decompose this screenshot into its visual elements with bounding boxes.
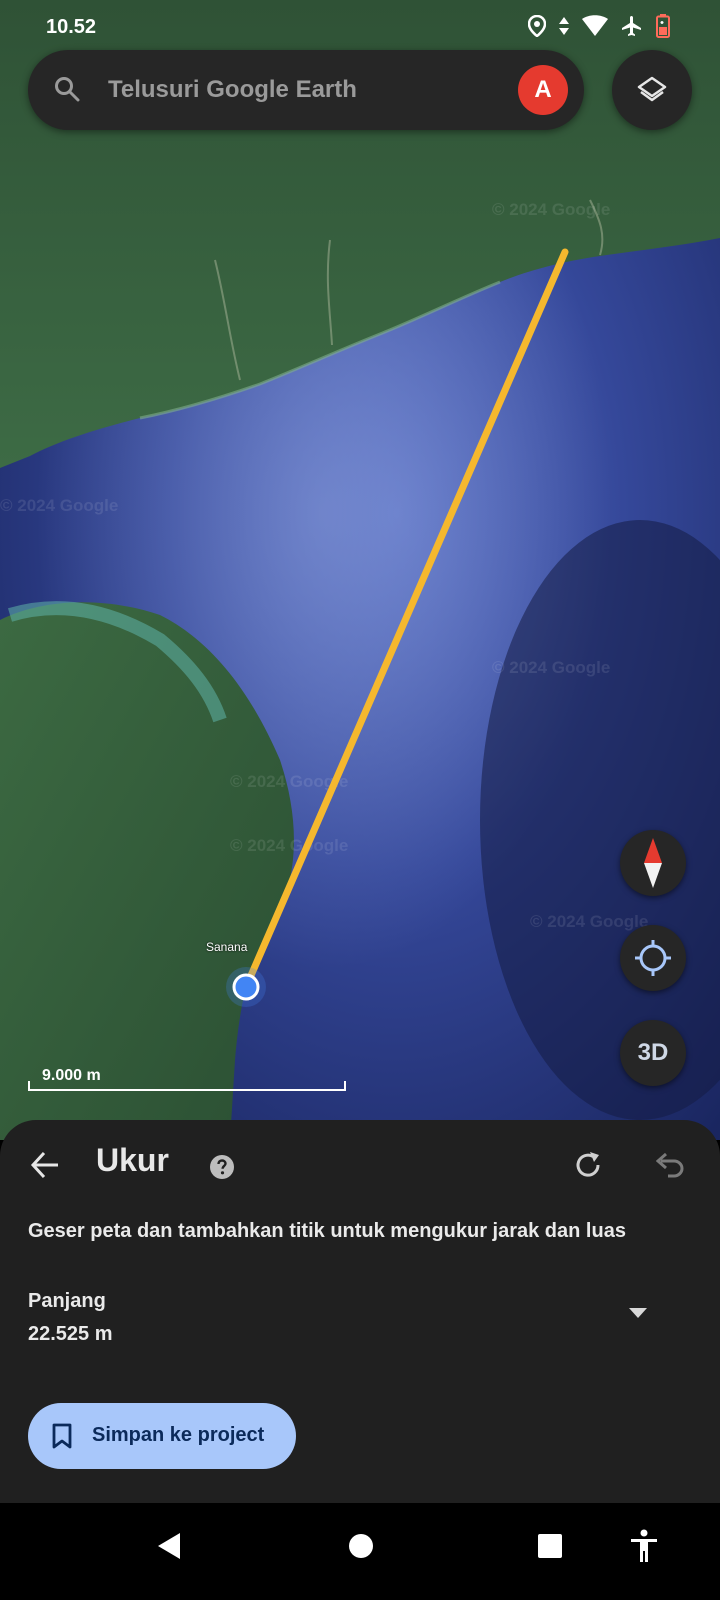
- length-label: Panjang: [28, 1290, 106, 1312]
- layers-icon: [637, 76, 667, 102]
- length-value: 22.525 m: [28, 1323, 113, 1345]
- redo-icon[interactable]: [574, 1150, 604, 1180]
- compass-button[interactable]: [620, 830, 686, 896]
- airplane-icon: [622, 16, 641, 36]
- measure-panel: Ukur Geser peta dan tambahkan titik untu…: [0, 1120, 720, 1503]
- three-d-button[interactable]: 3D: [620, 1020, 686, 1086]
- instruction-text: Geser peta dan tambahkan titik untuk men…: [28, 1220, 626, 1242]
- system-nav-bar: [0, 1503, 720, 1600]
- recents-icon[interactable]: [537, 1533, 563, 1559]
- accessibility-icon[interactable]: [630, 1529, 658, 1563]
- status-time: 10.52: [46, 16, 97, 38]
- search-bar[interactable]: Telusuri Google Earth A: [28, 50, 584, 130]
- layers-button[interactable]: [612, 50, 692, 130]
- wifi-icon: [582, 15, 608, 36]
- my-location-button[interactable]: [620, 925, 686, 991]
- scale-line: [28, 1081, 346, 1091]
- back-icon[interactable]: [156, 1531, 182, 1561]
- measure-line: [242, 248, 569, 991]
- undo-icon[interactable]: [656, 1152, 684, 1178]
- search-icon: [55, 77, 80, 102]
- unit-dropdown-icon[interactable]: [628, 1307, 648, 1319]
- account-avatar[interactable]: A: [518, 65, 568, 115]
- home-icon[interactable]: [348, 1533, 374, 1559]
- three-d-label: 3D: [637, 1039, 669, 1066]
- save-button-label: Simpan ke project: [92, 1424, 265, 1446]
- panel-title: Ukur: [96, 1142, 169, 1178]
- bookmark-icon: [52, 1423, 72, 1449]
- help-icon[interactable]: [210, 1155, 234, 1179]
- save-to-project-button[interactable]: Simpan ke project: [28, 1403, 296, 1469]
- map-view[interactable]: © 2024 Google © 2024 Google © 2024 Googl…: [0, 0, 720, 1140]
- my-location-icon: [635, 940, 671, 976]
- measure-point[interactable]: [232, 973, 260, 1001]
- place-label: Sanana: [206, 940, 248, 954]
- battery-icon: [656, 14, 670, 38]
- measure-overlay: [226, 248, 569, 1007]
- data-arrows-icon: [559, 17, 569, 35]
- status-icons: [528, 14, 670, 38]
- location-icon: [528, 15, 546, 37]
- scale-bar: 9.000 m: [28, 1067, 346, 1091]
- search-placeholder[interactable]: Telusuri Google Earth: [108, 76, 357, 104]
- back-arrow-icon[interactable]: [30, 1150, 60, 1180]
- status-bar: 10.52: [0, 0, 720, 50]
- compass-icon: [644, 838, 662, 888]
